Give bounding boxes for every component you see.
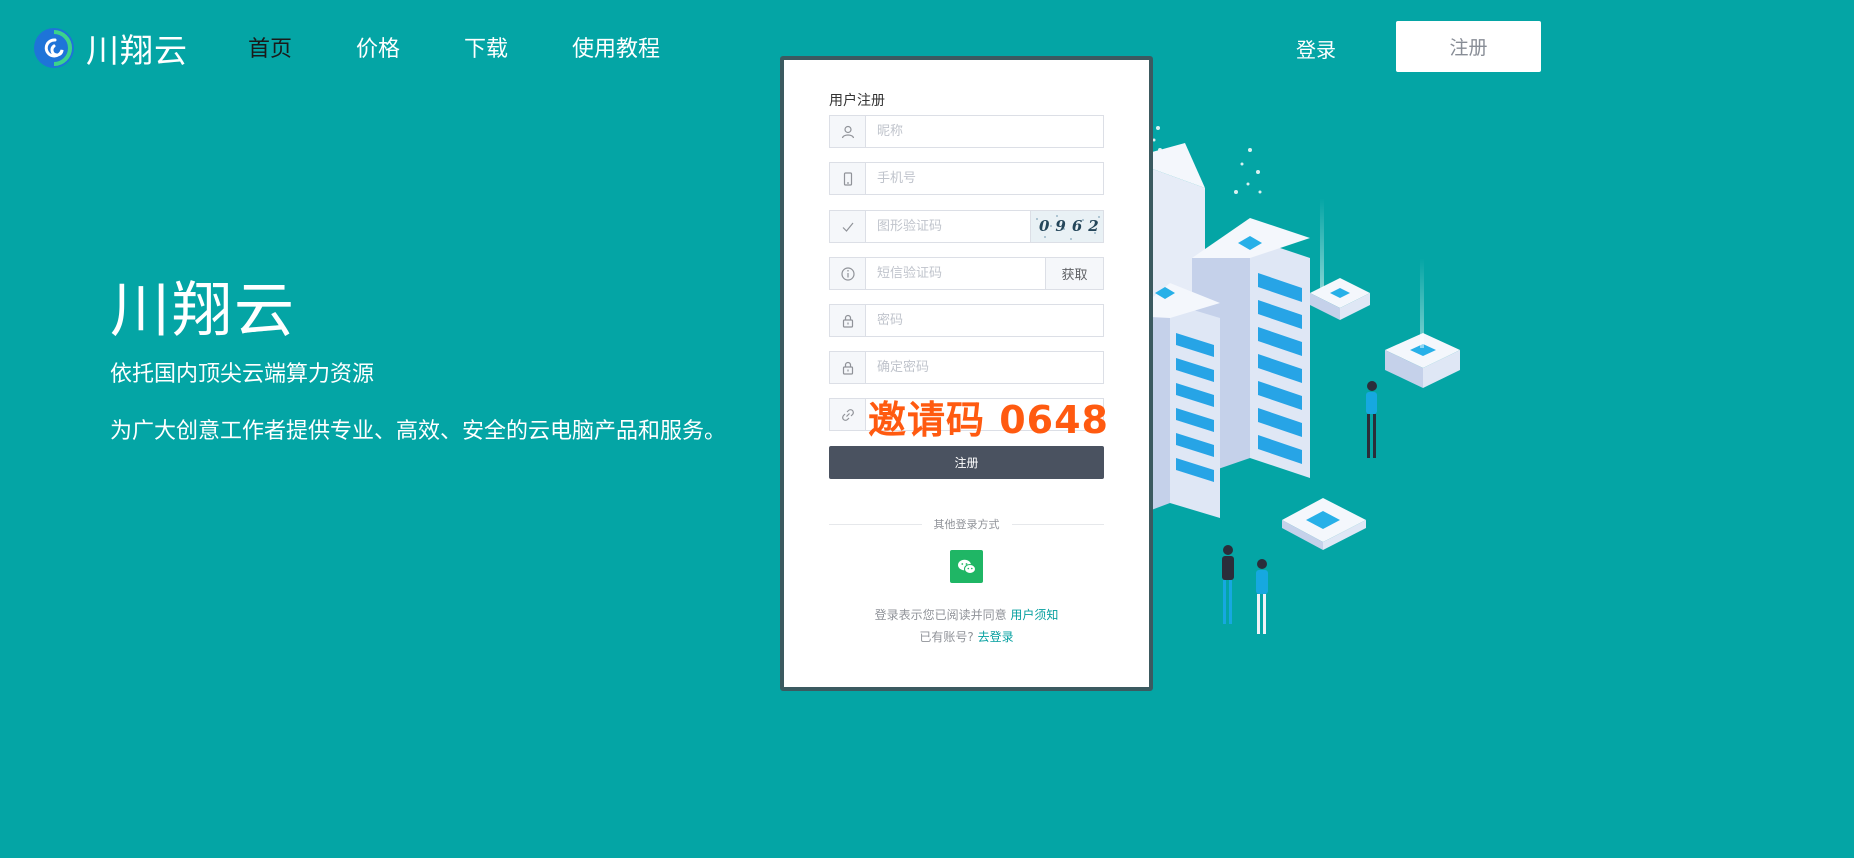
confirm-password-input[interactable] <box>866 352 1103 383</box>
nav-tutorial[interactable]: 使用教程 <box>572 31 660 63</box>
has-account-label: 已有账号? <box>919 630 974 644</box>
captcha-image[interactable]: 0962 <box>1030 211 1103 242</box>
divider-line-left <box>829 523 922 525</box>
nickname-input[interactable] <box>866 116 1103 147</box>
nav-home[interactable]: 首页 <box>248 31 292 63</box>
logo[interactable]: 川翔云 <box>32 24 188 72</box>
form-title: 用户注册 <box>829 93 885 109</box>
password-field <box>829 304 1104 337</box>
lock-icon <box>830 305 866 336</box>
hero-subtitle: 依托国内顶尖云端算力资源 <box>110 362 375 387</box>
nav-pricing[interactable]: 价格 <box>356 31 400 63</box>
user-icon <box>830 116 866 147</box>
agreement-text: 登录表示您已阅读并同意 用户须知 <box>784 606 1149 623</box>
lock-icon <box>830 352 866 383</box>
agreement-label: 登录表示您已阅读并同意 <box>874 608 1007 622</box>
other-login-divider: 其他登录方式 <box>829 516 1104 532</box>
captcha-field: 0962 <box>829 210 1104 243</box>
server-illustration <box>1140 126 1460 634</box>
logo-text: 川翔云 <box>86 31 188 70</box>
hero-description: 为广大创意工作者提供专业、高效、安全的云电脑产品和服务。 <box>110 419 727 444</box>
password-input[interactable] <box>866 305 1103 336</box>
invite-code-field: 邀请码 0648 <box>829 398 1108 442</box>
phone-icon <box>830 163 866 194</box>
phone-field <box>829 162 1104 195</box>
info-icon <box>830 258 866 289</box>
register-card: 用户注册 0962 <box>780 56 1153 691</box>
hero-title: 川翔云 <box>110 276 296 346</box>
register-submit-button[interactable]: 注册 <box>829 446 1104 479</box>
divider-line-right <box>1011 523 1104 525</box>
phone-input[interactable] <box>866 163 1103 194</box>
captcha-input[interactable] <box>866 211 1030 242</box>
sms-field: 获取 <box>829 257 1104 290</box>
sms-input[interactable] <box>866 258 1045 289</box>
nav-download[interactable]: 下载 <box>464 31 508 63</box>
confirm-password-field <box>829 351 1104 384</box>
nickname-field <box>829 115 1104 148</box>
check-icon <box>830 211 866 242</box>
has-account-text: 已有账号? 去登录 <box>784 628 1149 645</box>
other-login-label: 其他登录方式 <box>933 518 1000 531</box>
go-login-link[interactable]: 去登录 <box>978 630 1014 644</box>
get-sms-button[interactable]: 获取 <box>1045 258 1103 289</box>
invite-code-input[interactable] <box>866 399 1103 430</box>
user-agreement-link[interactable]: 用户须知 <box>1010 608 1058 622</box>
header-login-link[interactable]: 登录 <box>1296 34 1336 63</box>
wechat-login-button[interactable] <box>950 550 983 583</box>
header-register-button[interactable]: 注册 <box>1396 21 1541 72</box>
link-icon <box>830 399 866 430</box>
wechat-icon <box>957 559 976 574</box>
main-nav: 首页 价格 下载 使用教程 <box>248 31 724 63</box>
captcha-code: 0962 <box>1039 217 1103 235</box>
logo-icon <box>34 28 74 68</box>
